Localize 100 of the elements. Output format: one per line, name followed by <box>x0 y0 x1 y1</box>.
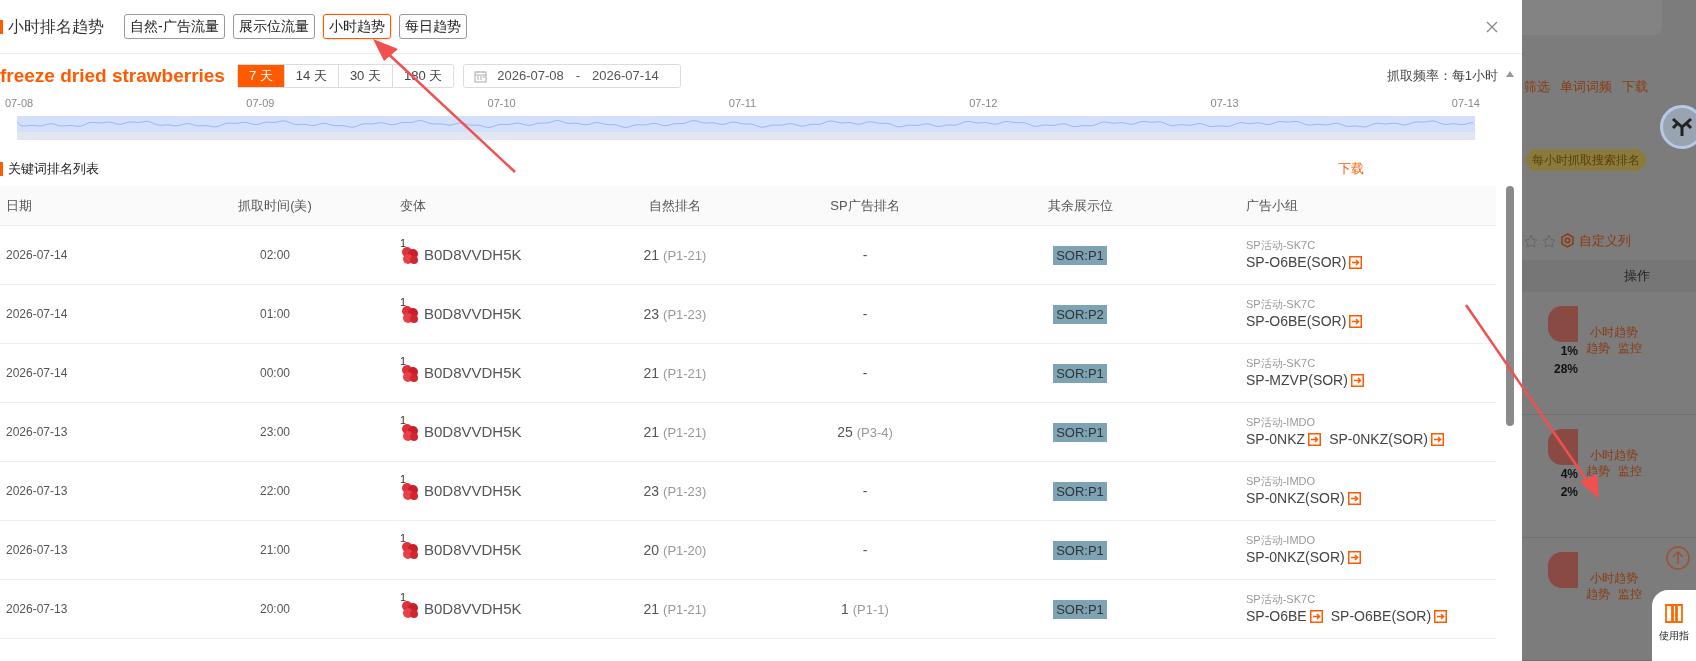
table-cell-text: 22:00 <box>259 483 291 500</box>
sp-ad-rank: - <box>862 365 868 381</box>
asin-text: B0D8VVDH5K <box>424 362 522 383</box>
table-cell-text: 20:00 <box>259 601 291 618</box>
guide-button[interactable]: 使用指 <box>1652 590 1696 661</box>
start-date: 2026-07-08 <box>497 67 564 86</box>
open-link-icon <box>1308 432 1322 446</box>
ad-group-link[interactable]: SP-O6BE(SOR) <box>1246 252 1363 272</box>
table-cell-text: 2026-07-13 <box>5 542 69 559</box>
placement-tag: SOR:P1 <box>1053 482 1107 501</box>
date-range-field[interactable]: 2026-07-08 - 2026-07-14 <box>463 64 682 88</box>
table-cell-text: 2026-07-13 <box>5 483 69 500</box>
campaign-name: SP活动-SK7C <box>1246 356 1317 370</box>
percentage-text: 28% <box>1553 361 1578 378</box>
list-title: 关键词排名列表 <box>8 160 99 179</box>
placement-tag: SOR:P1 <box>1053 246 1107 265</box>
variant-count: 1 <box>400 355 407 367</box>
tab[interactable]: 每日趋势 <box>398 14 467 39</box>
guide-label: 使用指 <box>1659 629 1689 643</box>
asin-text: B0D8VVDH5K <box>424 480 522 501</box>
table-cell-text: 21:00 <box>259 542 291 559</box>
placement-tag: SOR:P1 <box>1053 423 1107 442</box>
asin-text: B0D8VVDH5K <box>424 244 522 265</box>
table-cell-text: 2026-07-14 <box>5 365 69 382</box>
open-link-icon <box>1309 609 1323 623</box>
date-separator: - <box>575 67 581 86</box>
percentage-text: 4% <box>1560 466 1578 483</box>
variant-count: 1 <box>400 591 407 603</box>
sp-ad-rank: - <box>862 542 868 558</box>
column-header: 广告小组 <box>1245 196 1299 215</box>
campaign-name: SP活动-SK7C <box>1246 238 1317 252</box>
axis-label: 07-08 <box>5 96 34 110</box>
column-header: 变体 <box>399 196 427 215</box>
ad-group-link[interactable]: SP-O6BE(SOR) <box>1246 311 1363 331</box>
product-thumbnail <box>400 304 420 324</box>
ad-group-link[interactable]: SP-0NKZ(SOR) <box>1246 488 1361 508</box>
variant-count: 1 <box>400 237 407 249</box>
dialog-title: 小时排名趋势 <box>8 16 104 37</box>
table-cell-text: 2026-07-13 <box>5 424 69 441</box>
product-thumbnail <box>400 481 420 501</box>
assistant-logo-icon[interactable] <box>1660 104 1696 149</box>
tab[interactable]: 小时趋势 <box>322 14 391 39</box>
column-header: 其余展示位 <box>1046 196 1114 215</box>
column-header: SP广告排名 <box>829 196 901 215</box>
settings-icon <box>1560 233 1575 249</box>
natural-rank: 21 (P1-21) <box>643 601 707 617</box>
natural-rank: 21 (P1-21) <box>643 247 707 263</box>
placement-tag: SOR:P1 <box>1053 600 1107 619</box>
axis-label: 07-12 <box>969 96 998 110</box>
open-link-icon <box>1347 550 1361 564</box>
column-header: 抓取时间(美) <box>237 196 313 215</box>
scrollbar-thumb[interactable] <box>1506 186 1514 426</box>
campaign-name: SP活动-IMDO <box>1246 533 1317 547</box>
natural-rank: 21 (P1-21) <box>643 424 707 440</box>
ad-group-link[interactable]: SP-O6BE <box>1246 606 1323 626</box>
axis-label: 07-09 <box>246 96 275 110</box>
column-header: 自然排名 <box>648 196 702 215</box>
open-link-icon <box>1347 491 1361 505</box>
campaign-name: SP活动-IMDO <box>1246 415 1317 429</box>
placement-tag: SOR:P2 <box>1053 305 1107 324</box>
percentage-text: 1% <box>1560 343 1578 360</box>
natural-rank: 21 (P1-21) <box>643 365 707 381</box>
table-cell-text: 2026-07-14 <box>5 306 69 323</box>
table-cell-text: 02:00 <box>259 247 291 264</box>
sp-ad-rank: - <box>862 483 868 499</box>
natural-rank: 23 (P1-23) <box>643 306 707 322</box>
open-link-icon <box>1350 373 1364 387</box>
sp-ad-rank: 1 (P1-1) <box>841 601 889 617</box>
ad-group-link[interactable]: SP-0NKZ <box>1246 429 1322 449</box>
tab[interactable]: 展示位流量 <box>232 14 315 39</box>
open-link-icon <box>1349 314 1363 328</box>
campaign-name: SP活动-IMDO <box>1246 474 1317 488</box>
calendar-icon <box>474 69 488 83</box>
keyword-title: freeze dried strawberries <box>0 63 225 88</box>
product-thumbnail <box>400 422 420 442</box>
axis-label: 07-13 <box>1210 96 1239 110</box>
end-date: 2026-07-14 <box>592 67 659 86</box>
tab[interactable]: 自然-广告流量 <box>124 14 225 39</box>
product-thumbnail <box>400 599 420 619</box>
table-cell-text: 2026-07-13 <box>5 601 69 618</box>
campaign-name: SP活动-SK7C <box>1246 592 1317 606</box>
ad-group-link[interactable]: SP-0NKZ(SOR) <box>1329 429 1444 449</box>
ad-group-link[interactable]: SP-O6BE(SOR) <box>1330 606 1448 626</box>
close-icon[interactable] <box>1486 20 1498 33</box>
asin-text: B0D8VVDH5K <box>424 539 522 560</box>
column-header: 日期 <box>5 196 33 215</box>
asin-text: B0D8VVDH5K <box>424 421 522 442</box>
open-link-icon <box>1434 609 1448 623</box>
axis-label: 07-10 <box>487 96 516 110</box>
sp-ad-rank: 25 (P3-4) <box>837 424 893 440</box>
open-link-icon <box>1349 255 1363 269</box>
table-cell-text: 23:00 <box>259 424 291 441</box>
timeline-brush[interactable] <box>17 116 1475 140</box>
sp-ad-rank: - <box>862 247 868 263</box>
ad-group-link[interactable]: SP-0NKZ(SOR) <box>1246 547 1361 567</box>
scroll-up-arrow-icon[interactable] <box>1506 71 1514 77</box>
variant-count: 1 <box>400 473 407 485</box>
ad-group-link[interactable]: SP-MZVP(SOR) <box>1246 370 1364 390</box>
axis-label: 07-11 <box>728 96 757 110</box>
asin-text: B0D8VVDH5K <box>424 303 522 324</box>
